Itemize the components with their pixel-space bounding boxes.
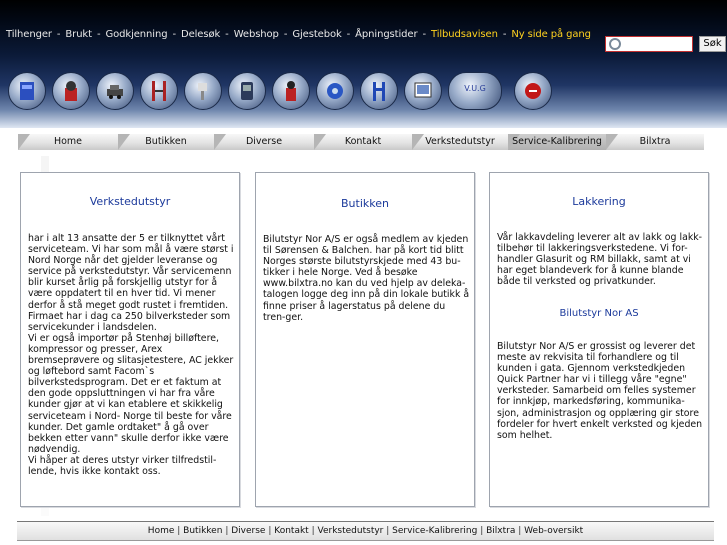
panel-title: Butikken: [341, 197, 389, 210]
separator: -: [96, 29, 101, 40]
category-icon-row: V.U.G: [8, 72, 568, 112]
tab-label: Diverse: [245, 136, 283, 147]
tab-diverse[interactable]: Diverse: [214, 134, 314, 150]
tab-label: Bilxtra: [639, 136, 671, 147]
panel-subtitle: Bilutstyr Nor AS: [559, 308, 639, 319]
separator: -: [346, 29, 351, 40]
separator: |: [386, 526, 390, 536]
vug-label: V.U.G: [464, 84, 486, 93]
hose-reel-icon[interactable]: [316, 72, 354, 110]
separator: |: [518, 526, 522, 536]
search-input[interactable]: [605, 36, 693, 52]
tab-home[interactable]: Home: [18, 134, 118, 150]
topnav-ny-side[interactable]: Ny side på gang: [511, 29, 591, 40]
lift-icon[interactable]: [8, 72, 46, 110]
top-navigation: Tilhenger - Brukt - Godkjenning - Delesøk - Webs…: [6, 29, 591, 40]
separator: -: [172, 29, 176, 40]
separator: |: [311, 526, 315, 536]
lakkering-panel: Lakkering Vår lakkavdeling leverer alt a…: [489, 172, 709, 507]
tab-butikken[interactable]: Butikken: [118, 134, 214, 150]
separator: |: [268, 526, 272, 536]
footer-navigation: Home | Butikken | Diverse | Kontakt | Ve…: [17, 521, 714, 541]
separator: -: [422, 29, 426, 40]
panel-title: Verkstedutstyr: [89, 195, 171, 208]
separator: -: [283, 29, 288, 40]
tab-label: Home: [53, 136, 83, 147]
monitor-icon[interactable]: [404, 72, 442, 110]
panel-body: Bilutstyr Nor A/S er også medlem av kjed…: [263, 234, 470, 323]
separator: |: [480, 526, 484, 536]
tab-service-kalibrering[interactable]: Service-Kalibrering: [508, 134, 606, 150]
separator: -: [56, 29, 61, 40]
footer-service-kalibrering[interactable]: Service-Kalibrering: [392, 526, 477, 536]
separator: -: [225, 29, 229, 40]
topnav-brukt[interactable]: Brukt: [65, 29, 92, 40]
stop-icon[interactable]: [514, 72, 552, 110]
separator: |: [177, 526, 181, 536]
jack-icon[interactable]: [360, 72, 398, 110]
tab-bilxtra[interactable]: Bilxtra: [606, 134, 704, 150]
topnav-webshop[interactable]: Webshop: [234, 29, 279, 40]
spray-gun-icon[interactable]: [184, 72, 222, 110]
search-icon: [609, 38, 621, 50]
topnav-tilbudsavisen[interactable]: Tilbudsavisen: [431, 29, 498, 40]
car-icon[interactable]: [96, 72, 134, 110]
main-navigation: Home Butikken Diverse Kontakt Verkstedut…: [18, 134, 708, 150]
two-post-lift-icon[interactable]: [140, 72, 178, 110]
verkstedutstyr-panel: Verkstedutstyr har i alt 13 ansatte der …: [20, 172, 240, 507]
tire-changer-icon[interactable]: [52, 72, 90, 110]
compressor-icon[interactable]: [228, 72, 266, 110]
topnav-tilhenger[interactable]: Tilhenger: [6, 29, 52, 40]
tab-label: Verkstedutstyr: [425, 136, 495, 147]
footer-verkstedutstyr[interactable]: Verkstedutstyr: [318, 526, 384, 536]
tab-label: Service-Kalibrering: [512, 136, 602, 147]
footer-web-oversikt[interactable]: Web-oversikt: [524, 526, 583, 536]
separator: -: [502, 29, 507, 40]
tab-label: Kontakt: [344, 136, 382, 147]
footer-butikken[interactable]: Butikken: [183, 526, 222, 536]
search-button[interactable]: Søk: [699, 36, 726, 52]
topnav-apningstider[interactable]: Åpningstider: [355, 29, 417, 40]
panel-body: har i alt 13 ansatte der 5 er tilknyttet…: [28, 233, 234, 477]
tab-kontakt[interactable]: Kontakt: [314, 134, 412, 150]
tab-label: Butikken: [145, 136, 187, 147]
footer-kontakt[interactable]: Kontakt: [274, 526, 308, 536]
vug-logo-icon[interactable]: V.U.G: [448, 72, 502, 110]
footer-diverse[interactable]: Diverse: [231, 526, 265, 536]
topnav-godkjenning[interactable]: Godkjenning: [105, 29, 167, 40]
tab-verkstedutstyr[interactable]: Verkstedutstyr: [412, 134, 508, 150]
footer-bilxtra[interactable]: Bilxtra: [486, 526, 515, 536]
panel-body-2: Bilutstyr Nor A/S er grossist og leverer…: [497, 341, 703, 441]
topnav-delesok[interactable]: Delesøk: [181, 29, 220, 40]
butikken-panel: Butikken Bilutstyr Nor A/S er også medle…: [255, 172, 475, 507]
panel-body: Vår lakkavdeling leverer alt av lakk og …: [497, 232, 703, 288]
topnav-gjestebok[interactable]: Gjestebok: [292, 29, 341, 40]
footer-home[interactable]: Home: [148, 526, 175, 536]
panel-title: Lakkering: [572, 195, 626, 208]
separator: |: [225, 526, 229, 536]
balancer-icon[interactable]: [272, 72, 310, 110]
